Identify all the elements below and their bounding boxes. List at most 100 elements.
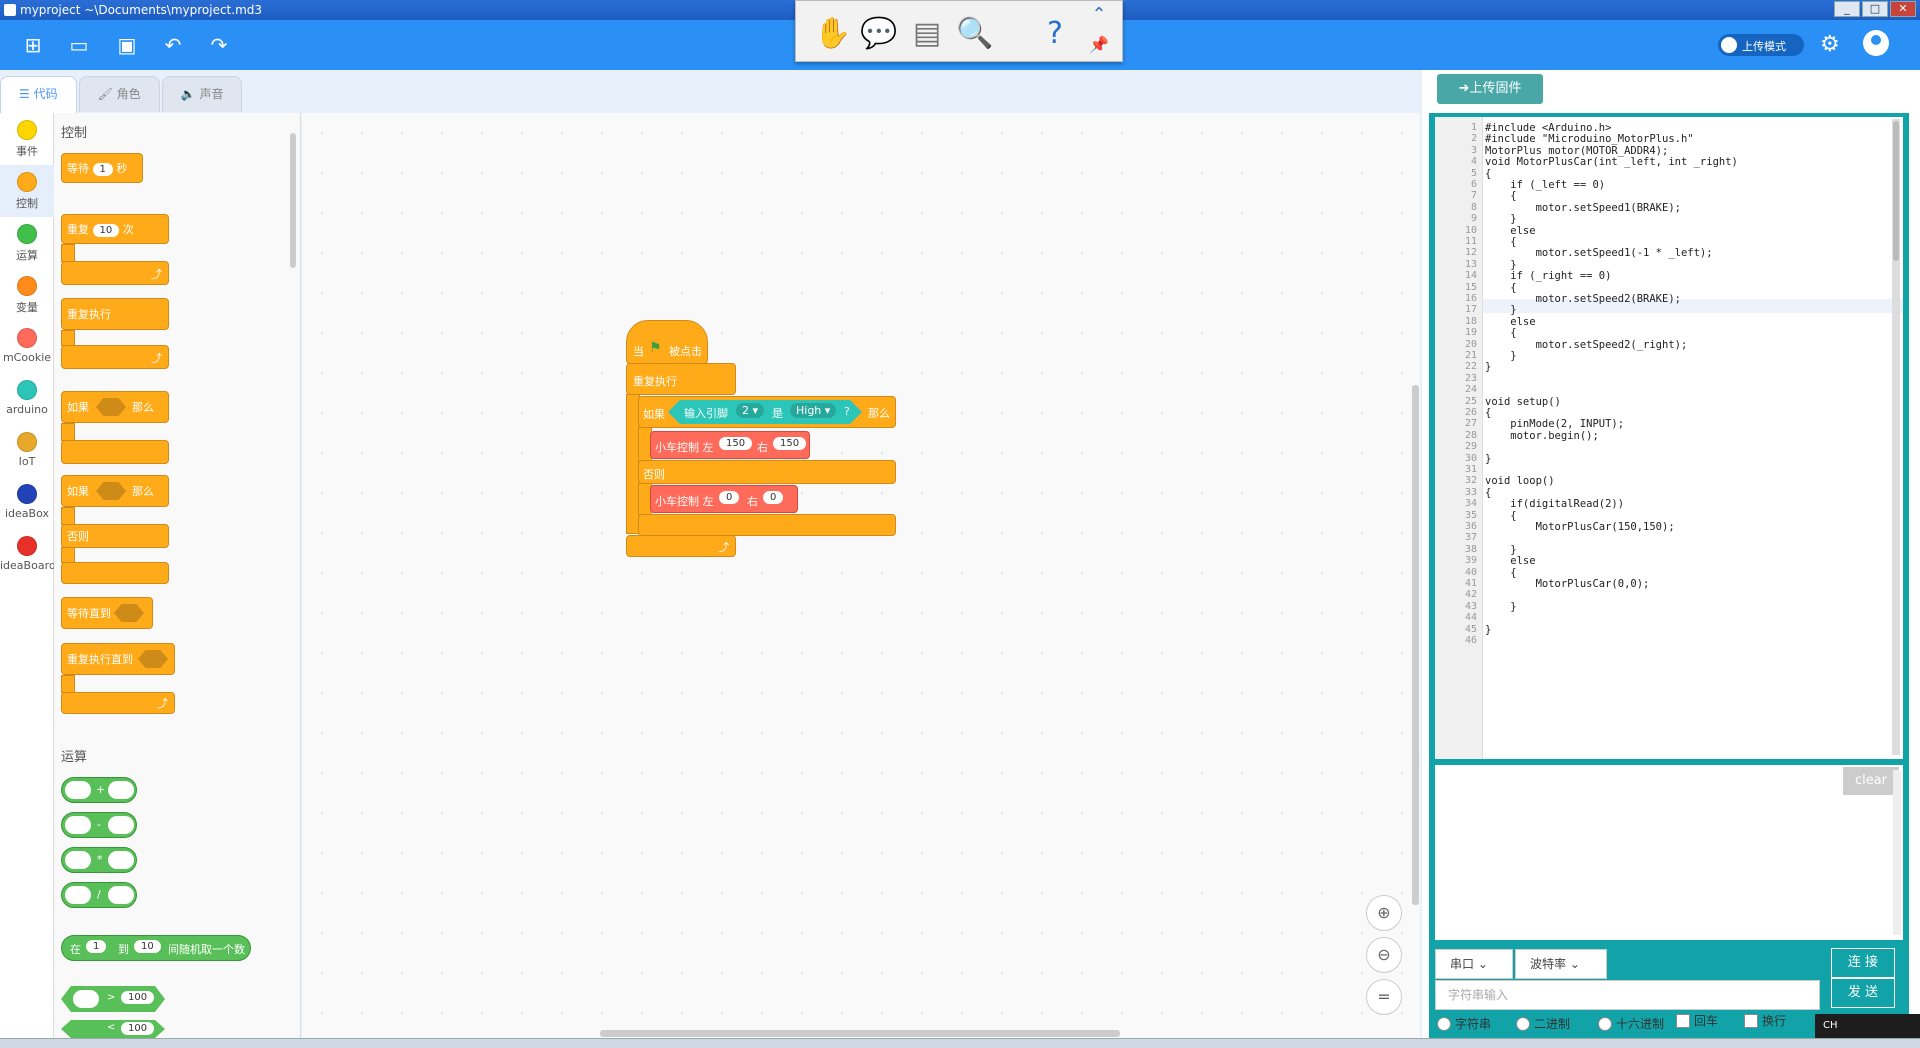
newline-lf-option[interactable]: 换行 [1744,1012,1786,1029]
magnifier-icon[interactable]: 🔍 [956,15,994,53]
zoom-out-icon[interactable]: ⊖ [1366,937,1402,973]
code-scrollbar[interactable] [1892,119,1900,755]
operand-slot[interactable] [65,886,91,904]
condition-slot[interactable] [96,482,126,500]
operand-slot[interactable] [65,851,91,869]
input-pin-condition[interactable]: 输入引脚 2 ▾ 是 High ▾ ? [668,400,862,424]
wait-block[interactable]: 等待 1 秒 [61,153,143,183]
serial-scrollbar[interactable] [1893,770,1901,935]
document-icon[interactable]: ▤ [908,15,946,53]
operand-slot[interactable] [108,886,134,904]
forever-block-script[interactable]: 重复执行 [626,363,736,395]
category-ideaboard[interactable]: ideaBoard [0,529,56,581]
wait-input[interactable]: 1 [92,163,113,176]
wait-until-block[interactable]: 等待直到 [61,597,153,629]
tab-code[interactable]: ☰ 代码 [0,76,77,114]
pin-icon[interactable]: 📌 [1086,33,1112,57]
zoom-reset-icon[interactable]: = [1366,979,1402,1015]
upload-firmware-button[interactable]: ➜上传固件 [1437,74,1543,104]
canvas-horizontal-scrollbar[interactable] [600,1030,1120,1037]
palette-scrollbar[interactable] [290,133,296,268]
car-right-input[interactable]: 0 [763,491,784,504]
script-canvas[interactable] [302,113,1420,1038]
repeat-block[interactable]: 重复 10 次 [61,214,169,244]
zoom-in-icon[interactable]: ⊕ [1366,895,1402,931]
help-icon[interactable]: ? [1036,15,1074,53]
category-control[interactable]: 控制 [0,165,54,217]
gt-value-input[interactable]: 100 [121,991,154,1004]
condition-slot[interactable] [114,604,144,622]
category-arduino[interactable]: arduino [0,373,54,425]
upload-mode-toggle[interactable]: 上传模式 [1718,34,1804,56]
add-block[interactable]: + [61,777,137,803]
category-mcookie[interactable]: mCookie [0,321,54,373]
maximize-button[interactable]: □ [1862,1,1888,17]
subtract-block[interactable]: - [61,812,137,838]
random-from-input[interactable]: 1 [86,940,107,953]
radio-button[interactable] [1516,1016,1530,1031]
minimize-button[interactable]: _ [1834,1,1860,17]
collapse-up-icon[interactable]: ⌃ [1086,3,1112,27]
avatar[interactable] [1863,30,1889,56]
open-folder-icon[interactable]: ▭ [66,32,92,58]
code-scroll-thumb[interactable] [1893,121,1899,261]
car-left-input[interactable]: 0 [719,491,740,504]
lt-value-input[interactable]: 100 [121,1022,154,1035]
tab-sound[interactable]: 🔈 声音 [161,76,243,112]
radio-button[interactable] [1437,1016,1451,1031]
category-ideabox[interactable]: ideaBox [0,477,54,529]
close-button[interactable]: ✕ [1890,1,1916,17]
operand-slot[interactable] [65,781,91,799]
format-hex-option[interactable]: 十六进制 [1598,1015,1664,1032]
radio-button[interactable] [1598,1016,1612,1031]
car-control-block-1[interactable]: 小车控制 左 150 右 150 [650,431,810,459]
string-input[interactable]: 字符串输入 [1435,980,1820,1010]
if-then-block[interactable]: 如果 那么 [61,391,169,423]
operand-slot[interactable] [108,851,134,869]
port-dropdown[interactable]: 串口 ⌄ [1435,949,1513,979]
serial-output[interactable] [1435,765,1903,940]
comment-icon[interactable]: 💬 [860,15,898,53]
category-variables[interactable]: 变量 [0,269,54,321]
less-than-block[interactable]: < 100 [61,1020,165,1038]
forever-block[interactable]: 重复执行 [61,298,169,330]
repeat-input[interactable]: 10 [92,224,120,237]
car-left-input[interactable]: 150 [719,437,753,450]
category-iot[interactable]: IoT [0,425,54,477]
send-button[interactable]: 发 送 [1831,978,1895,1008]
operand-slot[interactable] [108,816,134,834]
level-dropdown[interactable]: High ▾ [790,403,836,418]
category-operators[interactable]: 运算 [0,217,54,269]
canvas-vertical-scrollbar[interactable] [1412,385,1419,905]
hand-icon[interactable]: ✋ [814,15,852,53]
if-else-block[interactable]: 如果 那么 [61,475,169,507]
operand-slot[interactable] [73,990,99,1008]
greater-than-block[interactable]: > 100 [61,986,165,1012]
language-indicator[interactable]: CH [1823,1020,1838,1031]
condition-slot[interactable] [138,650,168,668]
condition-slot[interactable] [96,398,126,416]
clear-button[interactable]: clear [1843,767,1899,795]
new-file-icon[interactable]: ⊞ [20,32,46,58]
when-flag-clicked-block[interactable]: 当 ⚑ 被点击 [626,320,708,364]
baud-dropdown[interactable]: 波特率 ⌄ [1515,949,1607,979]
checkbox[interactable] [1676,1013,1690,1028]
random-to-input[interactable]: 10 [134,940,161,953]
multiply-block[interactable]: * [61,847,137,873]
gear-icon[interactable]: ⚙ [1820,32,1840,57]
checkbox[interactable] [1744,1013,1758,1028]
tab-sprite[interactable]: 🖌 角色 [78,76,160,112]
connect-button[interactable]: 连 接 [1831,948,1895,978]
save-icon[interactable]: ▣ [114,32,140,58]
operand-slot[interactable] [108,781,134,799]
format-string-option[interactable]: 字符串 [1437,1015,1491,1032]
redo-icon[interactable]: ↷ [206,32,232,58]
repeat-until-block[interactable]: 重复执行直到 [61,643,175,675]
pin-dropdown[interactable]: 2 ▾ [736,403,764,418]
category-events[interactable]: 事件 [0,113,54,165]
code-editor[interactable]: 1 #include <Arduino.h> 2 #include "Microdui… [1435,117,1903,759]
car-control-block-2[interactable]: 小车控制 左 0 右 0 [650,485,798,513]
random-block[interactable]: 在 1 到 10 间随机取一个数 [61,935,251,961]
undo-icon[interactable]: ↶ [160,32,186,58]
car-right-input[interactable]: 150 [773,437,807,450]
